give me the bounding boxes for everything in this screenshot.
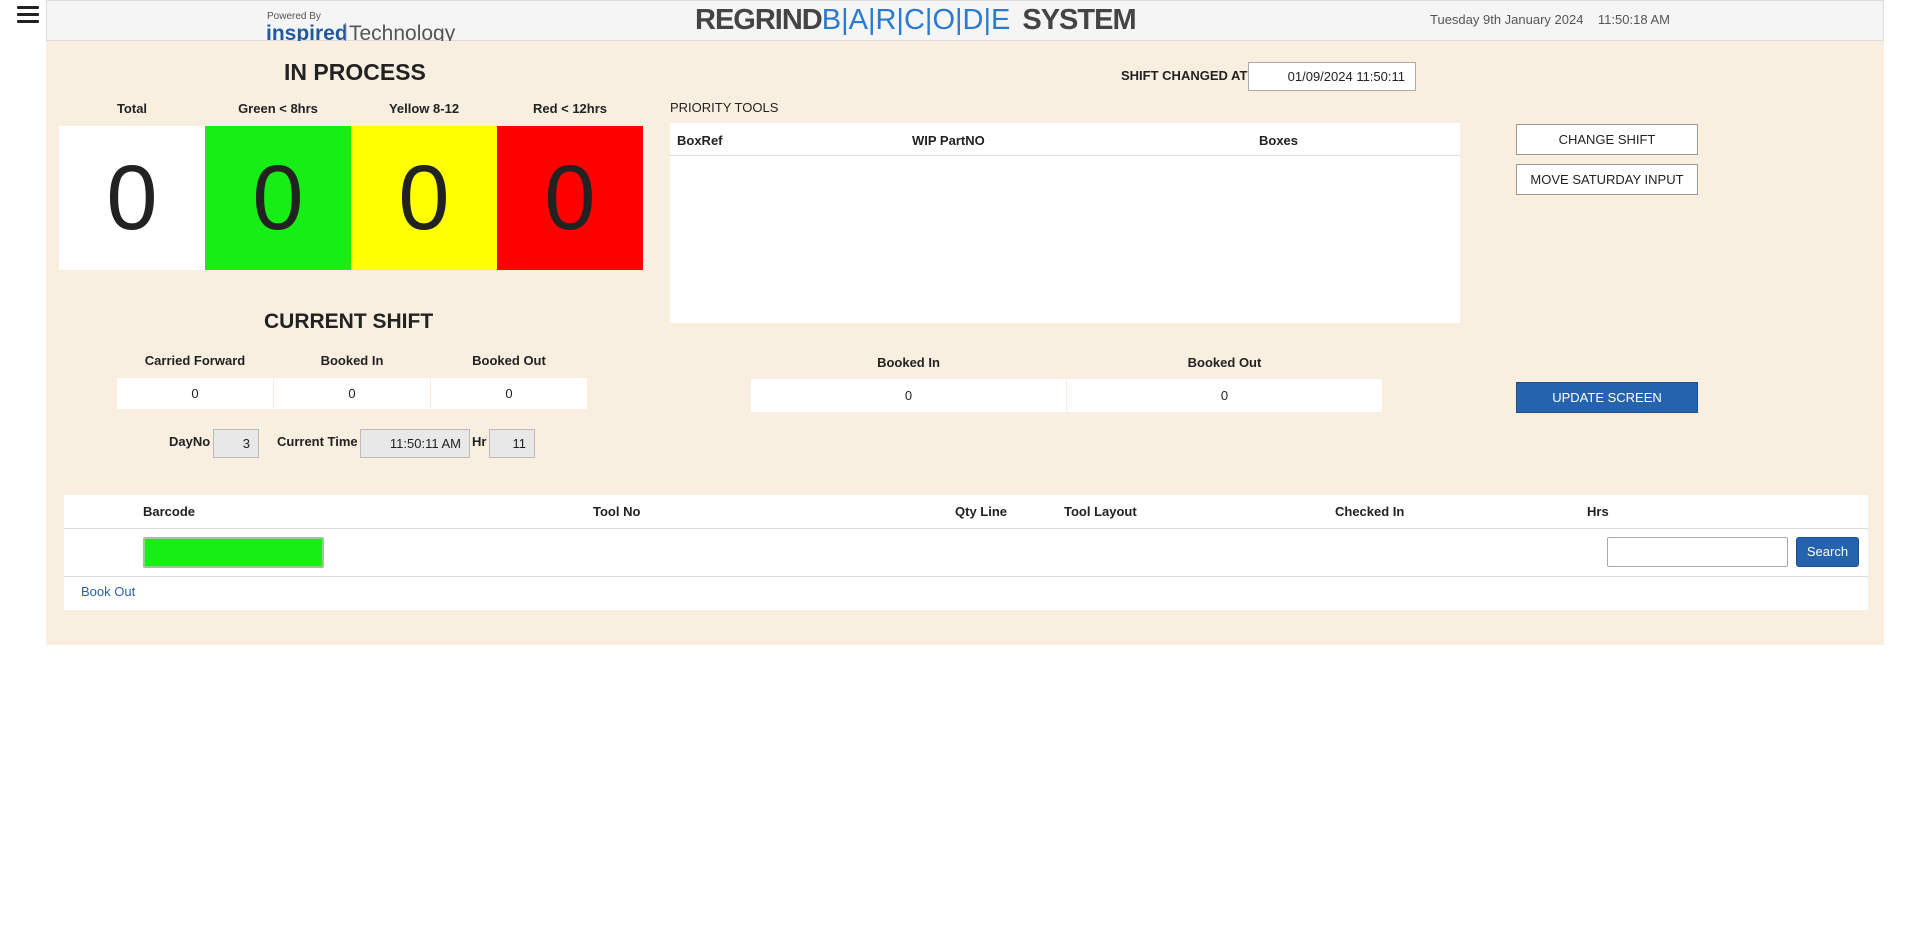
priority-tools-table: BoxRef WIP PartNO Boxes	[670, 123, 1460, 323]
dayno-field[interactable]: 3	[213, 429, 259, 458]
header-time: 11:50:18 AM	[1597, 12, 1670, 27]
powered-by-text: Powered By	[267, 11, 321, 22]
title-system: SYSTEM	[1022, 4, 1136, 36]
priority-tools-title: PRIORITY TOOLS	[670, 100, 779, 115]
current-shift-title: CURRENT SHIFT	[264, 310, 434, 333]
carried-forward-label: Carried Forward	[144, 353, 246, 368]
col-checked-in: Checked In	[1335, 504, 1405, 519]
change-shift-button[interactable]: CHANGE SHIFT	[1516, 124, 1698, 155]
col-tool-no: Tool No	[593, 504, 641, 519]
col-tool-layout: Tool Layout	[1064, 504, 1137, 519]
header-date: Tuesday 9th January 2024	[1430, 12, 1584, 27]
app-header: Powered By inspired Technology REGRINDB|…	[46, 0, 1884, 45]
shift-booked-in-label: Booked In	[320, 353, 384, 368]
bucket-yellow: 0	[351, 126, 497, 270]
bucket-label-total: Total	[116, 101, 148, 116]
col-hrs: Hrs	[1587, 504, 1609, 519]
shift-booked-in-value: 0	[274, 378, 430, 409]
col-boxes: Boxes	[1259, 133, 1299, 148]
update-screen-button[interactable]: UPDATE SCREEN	[1516, 382, 1698, 413]
total-booked-out-value: 0	[1067, 379, 1382, 412]
bucket-total: 0	[59, 126, 205, 270]
grid-input-row: Search	[64, 529, 1868, 577]
col-wip-partno: WIP PartNO	[912, 133, 985, 148]
bucket-label-red: Red < 12hrs	[532, 101, 608, 116]
shift-changed-label: SHIFT CHANGED AT	[1121, 68, 1248, 83]
grid-header: Barcode Tool No Qty Line Tool Layout Che…	[64, 495, 1868, 529]
brand-separator	[345, 23, 346, 43]
hr-label: Hr	[472, 434, 487, 449]
bucket-red: 0	[497, 126, 643, 270]
shift-changed-field[interactable]: 01/09/2024 11:50:11	[1248, 62, 1416, 91]
total-booked-in-value: 0	[751, 379, 1066, 412]
current-time-field[interactable]: 11:50:11 AM	[360, 429, 470, 458]
bucket-green: 0	[205, 126, 351, 270]
carried-forward-value: 0	[117, 378, 273, 409]
col-barcode: Barcode	[143, 504, 196, 519]
search-button[interactable]: Search	[1796, 537, 1859, 567]
priority-tools-header: BoxRef WIP PartNO Boxes	[670, 123, 1460, 156]
total-booked-out-label: Booked Out	[1187, 355, 1262, 370]
book-out-link[interactable]: Book Out	[81, 584, 135, 599]
current-time-label: Current Time	[277, 434, 358, 449]
in-process-title: IN PROCESS	[284, 59, 426, 85]
search-input[interactable]	[1607, 537, 1788, 567]
bucket-label-yellow: Yellow 8-12	[388, 101, 460, 116]
total-booked-in-label: Booked In	[877, 355, 940, 370]
title-barcode: B|A|R|C|O|D|E	[821, 4, 1011, 36]
app-title: REGRINDB|A|R|C|O|D|E SYSTEM	[695, 4, 1137, 37]
shift-booked-out-label: Booked Out	[472, 353, 546, 368]
col-qty-line: Qty Line	[955, 504, 1008, 519]
move-saturday-input-button[interactable]: MOVE SATURDAY INPUT	[1516, 164, 1698, 195]
title-regrind: REGRIND	[695, 4, 823, 36]
shift-booked-out-value: 0	[431, 378, 587, 409]
barcode-input[interactable]	[143, 537, 324, 568]
barcode-grid: Barcode Tool No Qty Line Tool Layout Che…	[64, 495, 1868, 610]
main-panel: IN PROCESS Total Green < 8hrs Yellow 8-1…	[46, 41, 1884, 645]
header-datetime: Tuesday 9th January 2024 11:50:18 AM	[1430, 12, 1670, 27]
dayno-label: DayNo	[169, 434, 211, 449]
hamburger-menu-icon[interactable]	[17, 6, 39, 24]
hr-field[interactable]: 11	[489, 429, 535, 458]
col-boxref: BoxRef	[677, 133, 723, 148]
bucket-label-green: Green < 8hrs	[238, 101, 318, 116]
